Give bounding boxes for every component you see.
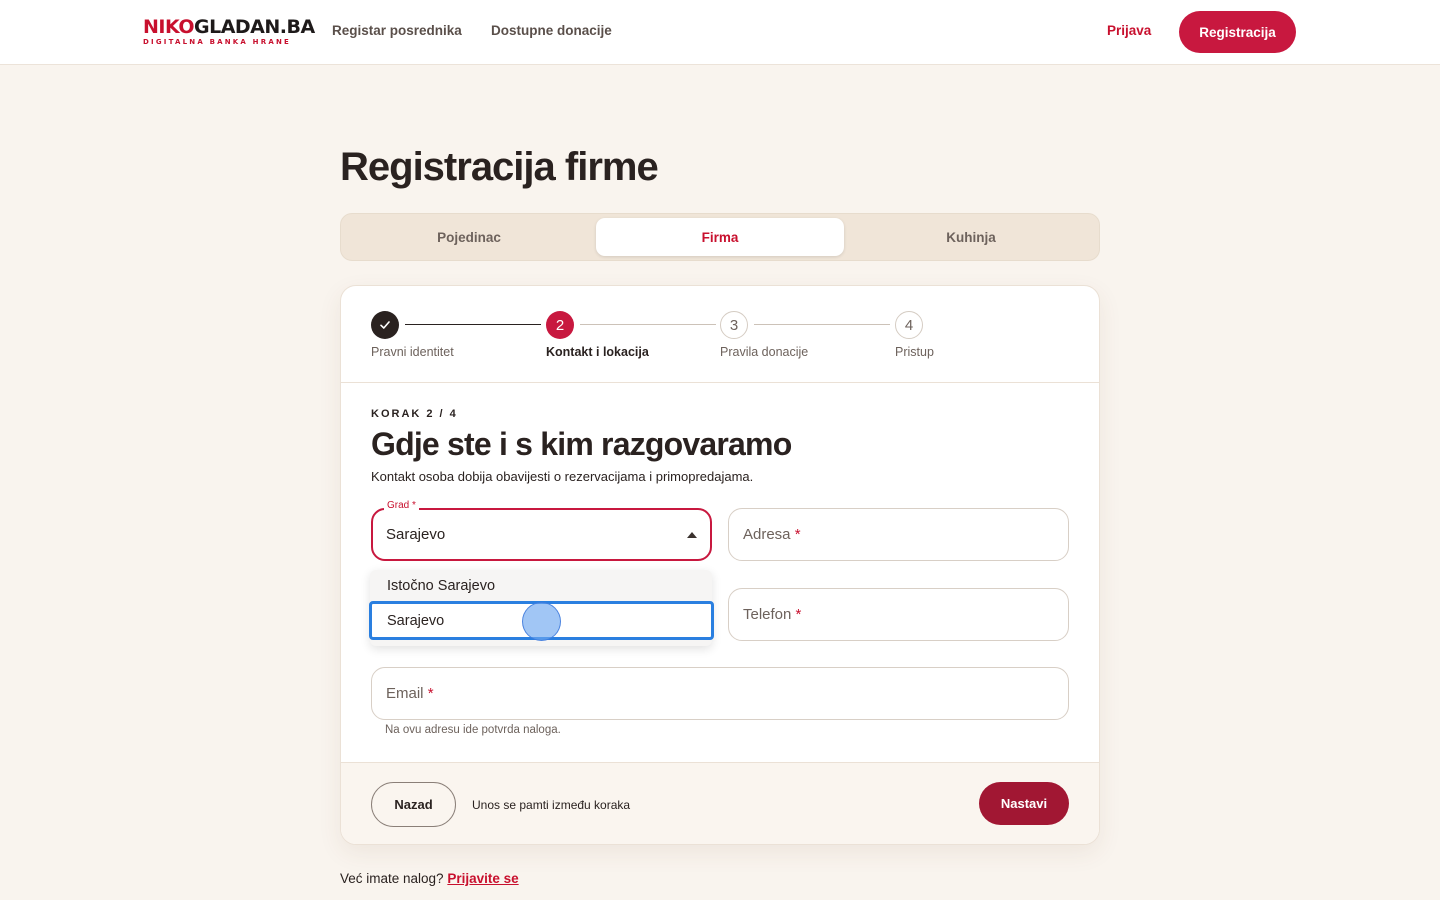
caret-up-icon [687, 532, 697, 538]
tab-kuhinja[interactable]: Kuhinja [847, 218, 1095, 256]
address-placeholder: Adresa * [743, 526, 801, 543]
autosave-note: Unos se pamti između koraka [472, 798, 631, 812]
pointer-cursor-indicator [522, 602, 561, 641]
top-navigation: NIKOGLADAN.BA DIGITALNA BANKA HRANE Regi… [0, 0, 1440, 65]
step-4-label: Pristup [895, 345, 934, 359]
phone-field[interactable]: Telefon * [728, 588, 1069, 641]
step-1-label: Pravni identitet [371, 345, 454, 359]
login-prompt: Već imate nalog? Prijavite se [340, 871, 519, 886]
registration-type-tabs: Pojedinac Firma Kuhinja [340, 213, 1100, 261]
city-select-value: Sarajevo [386, 526, 446, 543]
step-1-check-icon [371, 311, 399, 339]
step-connector-3 [754, 324, 890, 325]
step-connector-1 [405, 324, 541, 325]
login-link[interactable]: Prijava [1107, 23, 1151, 38]
step-connector-2 [580, 324, 716, 325]
back-button[interactable]: Nazad [371, 782, 456, 827]
next-button[interactable]: Nastavi [979, 782, 1069, 825]
card-divider [341, 382, 1099, 383]
email-field[interactable]: Email * [371, 667, 1069, 720]
card-footer: Nazad Unos se pamti između koraka Nastav… [341, 762, 1099, 844]
step-2-indicator: 2 [546, 311, 574, 339]
step-eyebrow: KORAK 2 / 4 [371, 408, 458, 420]
city-option-istocno-sarajevo[interactable]: Istočno Sarajevo [387, 578, 495, 594]
logo-wordmark: NIKOGLADAN.BA [143, 16, 315, 38]
city-option-sarajevo-label: Sarajevo [387, 613, 445, 629]
logo-tagline: DIGITALNA BANKA HRANE [143, 38, 291, 46]
login-prompt-link[interactable]: Prijavite se [447, 871, 518, 886]
registration-card: 2 3 4 Pravni identitet Kontakt i lokacij… [340, 285, 1100, 845]
phone-placeholder: Telefon * [743, 606, 802, 623]
section-title: Gdje ste i s kim razgovaramo [371, 426, 792, 462]
site-logo[interactable]: NIKOGLADAN.BA DIGITALNA BANKA HRANE [143, 16, 315, 48]
city-select[interactable]: Grad * Sarajevo [371, 500, 712, 561]
register-button[interactable]: Registracija [1179, 11, 1296, 53]
email-hint: Na ovu adresu ide potvrda naloga. [385, 724, 561, 736]
login-prompt-text: Već imate nalog? [340, 871, 444, 886]
email-placeholder: Email * [386, 685, 434, 702]
address-field[interactable]: Adresa * [728, 508, 1069, 561]
city-field-label: Grad * [384, 500, 419, 511]
page-title: Registracija firme [340, 145, 659, 189]
section-description: Kontakt osoba dobija obavijesti o rezerv… [371, 469, 754, 484]
tab-pojedinac[interactable]: Pojedinac [345, 218, 593, 256]
nav-link-registar-posrednika[interactable]: Registar posrednika [332, 23, 462, 38]
step-4-indicator: 4 [895, 311, 923, 339]
nav-link-dostupne-donacije[interactable]: Dostupne donacije [491, 23, 612, 38]
tab-firma[interactable]: Firma [596, 218, 844, 256]
step-2-label: Kontakt i lokacija [546, 345, 649, 359]
step-3-indicator: 3 [720, 311, 748, 339]
step-3-label: Pravila donacije [720, 345, 809, 359]
